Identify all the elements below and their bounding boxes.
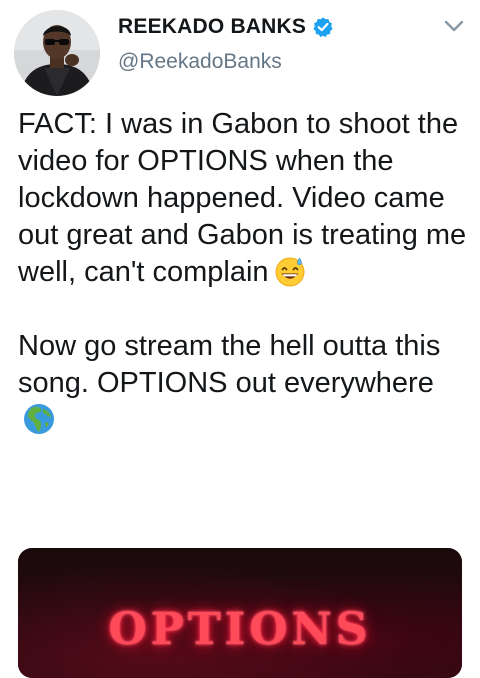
avatar-photo: [14, 10, 100, 96]
tweet-paragraph-1-text: FACT: I was in Gabon to shoot the video …: [18, 108, 467, 288]
media-preview[interactable]: OPTIONS: [18, 548, 462, 678]
media-title: OPTIONS: [108, 604, 372, 655]
tweet-paragraph-2: Now go stream the hell outta this song. …: [18, 328, 470, 439]
display-name-row: REEKADO BANKS: [118, 12, 334, 42]
tweet-paragraph-2-text: Now go stream the hell outta this song. …: [18, 330, 441, 399]
tweet-text: FACT: I was in Gabon to shoot the video …: [18, 106, 470, 439]
avatar[interactable]: [14, 10, 100, 96]
globe-showing-europe-africa-emoji: [22, 402, 56, 436]
display-name[interactable]: REEKADO BANKS: [118, 15, 306, 39]
tweet-header: REEKADO BANKS @ReekadoBanks: [0, 0, 480, 100]
user-handle[interactable]: @ReekadoBanks: [118, 50, 282, 74]
verified-badge-icon: [312, 16, 334, 38]
grinning-face-with-sweat-emoji: [273, 254, 307, 288]
chevron-down-icon[interactable]: [440, 14, 468, 38]
tweet-paragraph-1: FACT: I was in Gabon to shoot the video …: [18, 106, 470, 291]
